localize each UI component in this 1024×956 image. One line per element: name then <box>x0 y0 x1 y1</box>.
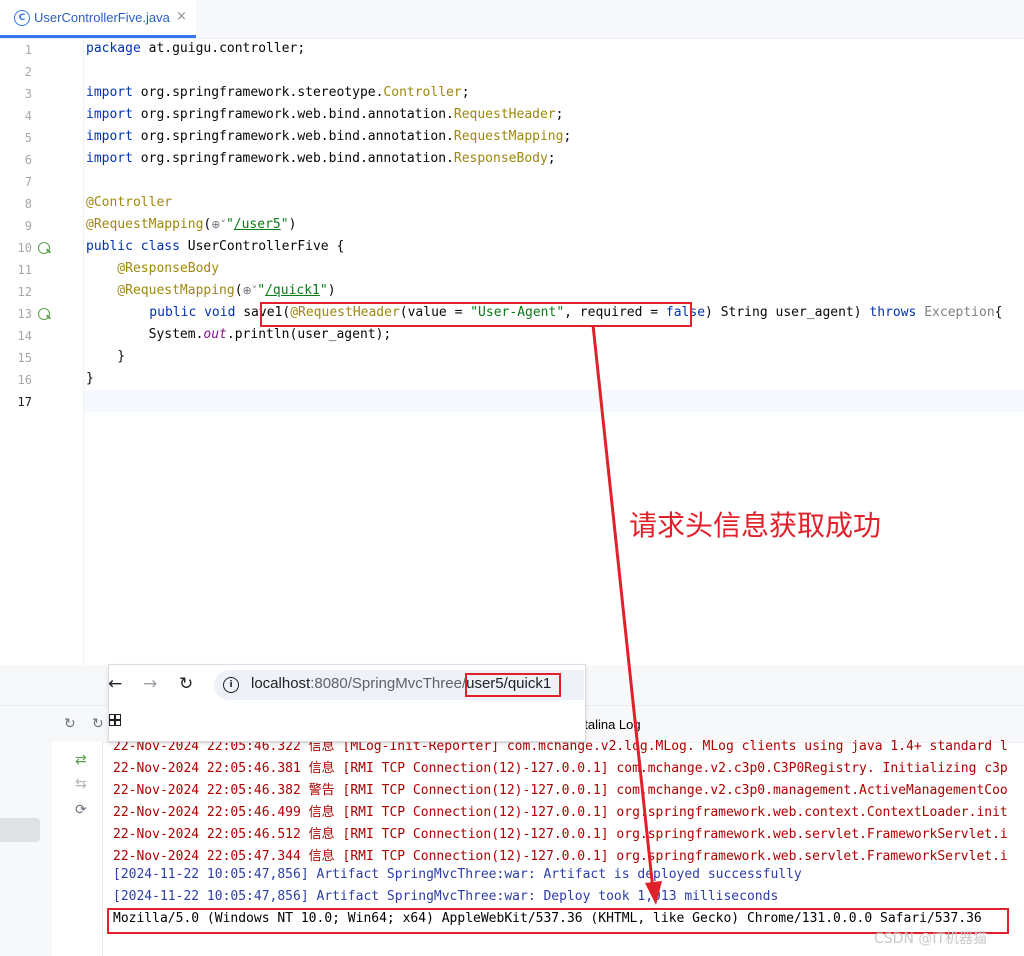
annotation-text: 请求头信息获取成功 <box>629 509 882 542</box>
annotation-arrow <box>591 324 662 905</box>
watermark: CSDN @IT机器猫 <box>874 931 988 947</box>
